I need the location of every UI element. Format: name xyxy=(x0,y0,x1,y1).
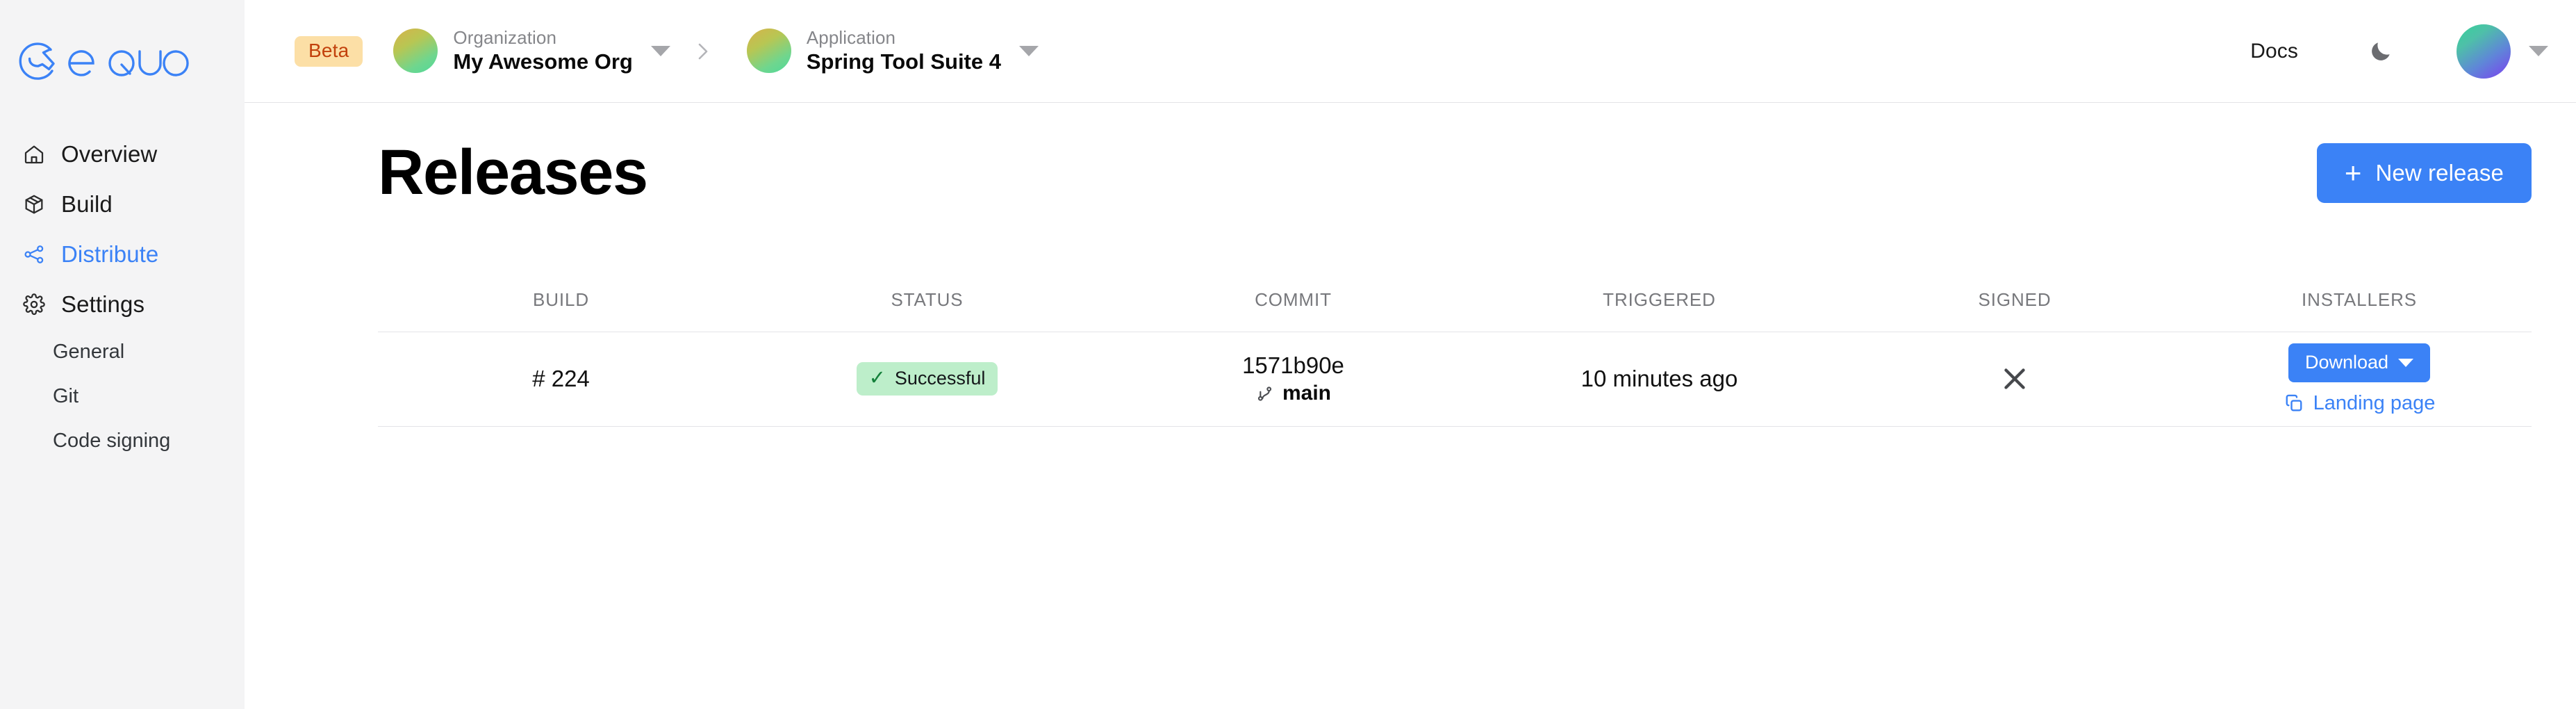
caret-down-icon xyxy=(2398,359,2413,367)
share-nodes-icon xyxy=(22,243,46,266)
table-header-row: BUILD STATUS COMMIT TRIGGERED SIGNED INS… xyxy=(378,289,2532,332)
sidebar-item-code-signing[interactable]: Code signing xyxy=(0,418,245,463)
new-release-button[interactable]: + New release xyxy=(2317,143,2532,203)
sidebar-subitem-label: Code signing xyxy=(53,430,170,453)
beta-badge: Beta xyxy=(295,36,363,67)
cell-signed xyxy=(1842,332,2187,426)
main-area: Beta Organization My Awesome Org Applica… xyxy=(245,0,2576,709)
sidebar: Overview Build xyxy=(0,0,245,709)
download-button[interactable]: Download xyxy=(2288,343,2430,382)
gear-icon xyxy=(22,293,46,316)
cell-status: ✓ Successful xyxy=(744,332,1110,426)
sidebar-nav: Overview Build xyxy=(0,125,245,463)
organization-text: Organization My Awesome Org xyxy=(453,28,632,74)
cell-triggered: 10 minutes ago xyxy=(1476,332,1842,426)
user-avatar[interactable] xyxy=(2457,24,2511,79)
commit-hash[interactable]: 1571b90e xyxy=(1110,352,1476,380)
docs-link[interactable]: Docs xyxy=(2250,40,2298,63)
page-content: Releases + New release BUILD STATUS COMM… xyxy=(245,103,2576,427)
app-root: Overview Build xyxy=(0,0,2576,709)
application-text: Application Spring Tool Suite 4 xyxy=(807,28,1001,74)
top-bar: Beta Organization My Awesome Org Applica… xyxy=(245,0,2576,103)
x-icon xyxy=(1842,361,2187,396)
application-avatar xyxy=(747,28,791,73)
sidebar-item-label: Build xyxy=(61,191,113,218)
git-branch-icon xyxy=(1255,384,1274,403)
table-header: BUILD STATUS COMMIT TRIGGERED SIGNED INS… xyxy=(378,289,2532,332)
breadcrumb-organization[interactable]: Organization My Awesome Org xyxy=(393,28,632,74)
column-header-build: BUILD xyxy=(378,289,744,332)
application-caret-down-icon[interactable] xyxy=(1019,46,1039,56)
status-label: Successful xyxy=(895,368,986,389)
organization-kicker: Organization xyxy=(453,28,632,48)
sidebar-subitem-label: Git xyxy=(53,385,79,408)
new-release-label: New release xyxy=(2375,160,2504,186)
page-header: Releases + New release xyxy=(378,103,2532,207)
build-number: # 224 xyxy=(532,366,590,391)
table-row[interactable]: # 224 ✓ Successful 1571b90e xyxy=(378,332,2532,426)
sidebar-item-git[interactable]: Git xyxy=(0,374,245,418)
check-icon: ✓ xyxy=(869,368,886,389)
application-name: Spring Tool Suite 4 xyxy=(807,50,1001,74)
user-menu-caret-down-icon[interactable] xyxy=(2529,46,2548,56)
column-header-commit: COMMIT xyxy=(1110,289,1476,332)
equo-logo-icon xyxy=(18,40,61,86)
landing-page-label: Landing page xyxy=(2313,392,2436,415)
cell-commit: 1571b90e main xyxy=(1110,332,1476,426)
sidebar-item-build[interactable]: Build xyxy=(0,179,245,229)
column-header-signed: SIGNED xyxy=(1842,289,2187,332)
plus-icon: + xyxy=(2345,161,2362,186)
sidebar-item-label: Distribute xyxy=(61,241,158,268)
organization-avatar xyxy=(393,28,438,73)
table-body: # 224 ✓ Successful 1571b90e xyxy=(378,332,2532,426)
releases-table: BUILD STATUS COMMIT TRIGGERED SIGNED INS… xyxy=(378,289,2532,427)
download-label: Download xyxy=(2305,352,2388,373)
commit-branch: main xyxy=(1110,382,1476,405)
sidebar-item-label: Overview xyxy=(61,141,157,168)
sidebar-subitem-label: General xyxy=(53,341,124,364)
column-header-installers: INSTALLERS xyxy=(2187,289,2532,332)
page-title: Releases xyxy=(378,139,647,207)
package-icon xyxy=(22,193,46,216)
branch-name: main xyxy=(1282,382,1331,405)
brand-logo[interactable] xyxy=(0,0,245,125)
sidebar-item-general[interactable]: General xyxy=(0,329,245,374)
column-header-status: STATUS xyxy=(744,289,1110,332)
application-kicker: Application xyxy=(807,28,1001,48)
landing-page-link[interactable]: Landing page xyxy=(2284,392,2436,415)
sidebar-item-settings[interactable]: Settings xyxy=(0,279,245,329)
column-header-triggered: TRIGGERED xyxy=(1476,289,1842,332)
status-badge: ✓ Successful xyxy=(857,362,998,396)
sidebar-item-distribute[interactable]: Distribute xyxy=(0,229,245,279)
moon-icon[interactable] xyxy=(2368,38,2394,65)
triggered-time: 10 minutes ago xyxy=(1581,366,1738,391)
cell-build: # 224 xyxy=(378,332,744,426)
sidebar-item-overview[interactable]: Overview xyxy=(0,129,245,179)
breadcrumb-application[interactable]: Application Spring Tool Suite 4 xyxy=(747,28,1001,74)
top-bar-actions: Docs xyxy=(2250,24,2548,79)
cell-installers: Download xyxy=(2187,332,2532,426)
chevron-right-icon xyxy=(694,40,712,63)
organization-caret-down-icon[interactable] xyxy=(651,46,670,56)
home-icon xyxy=(22,142,46,166)
organization-name: My Awesome Org xyxy=(453,50,632,74)
installers-actions: Download xyxy=(2187,343,2532,415)
copy-icon xyxy=(2284,393,2304,414)
equo-wordmark xyxy=(67,43,189,83)
sidebar-item-label: Settings xyxy=(61,291,145,318)
